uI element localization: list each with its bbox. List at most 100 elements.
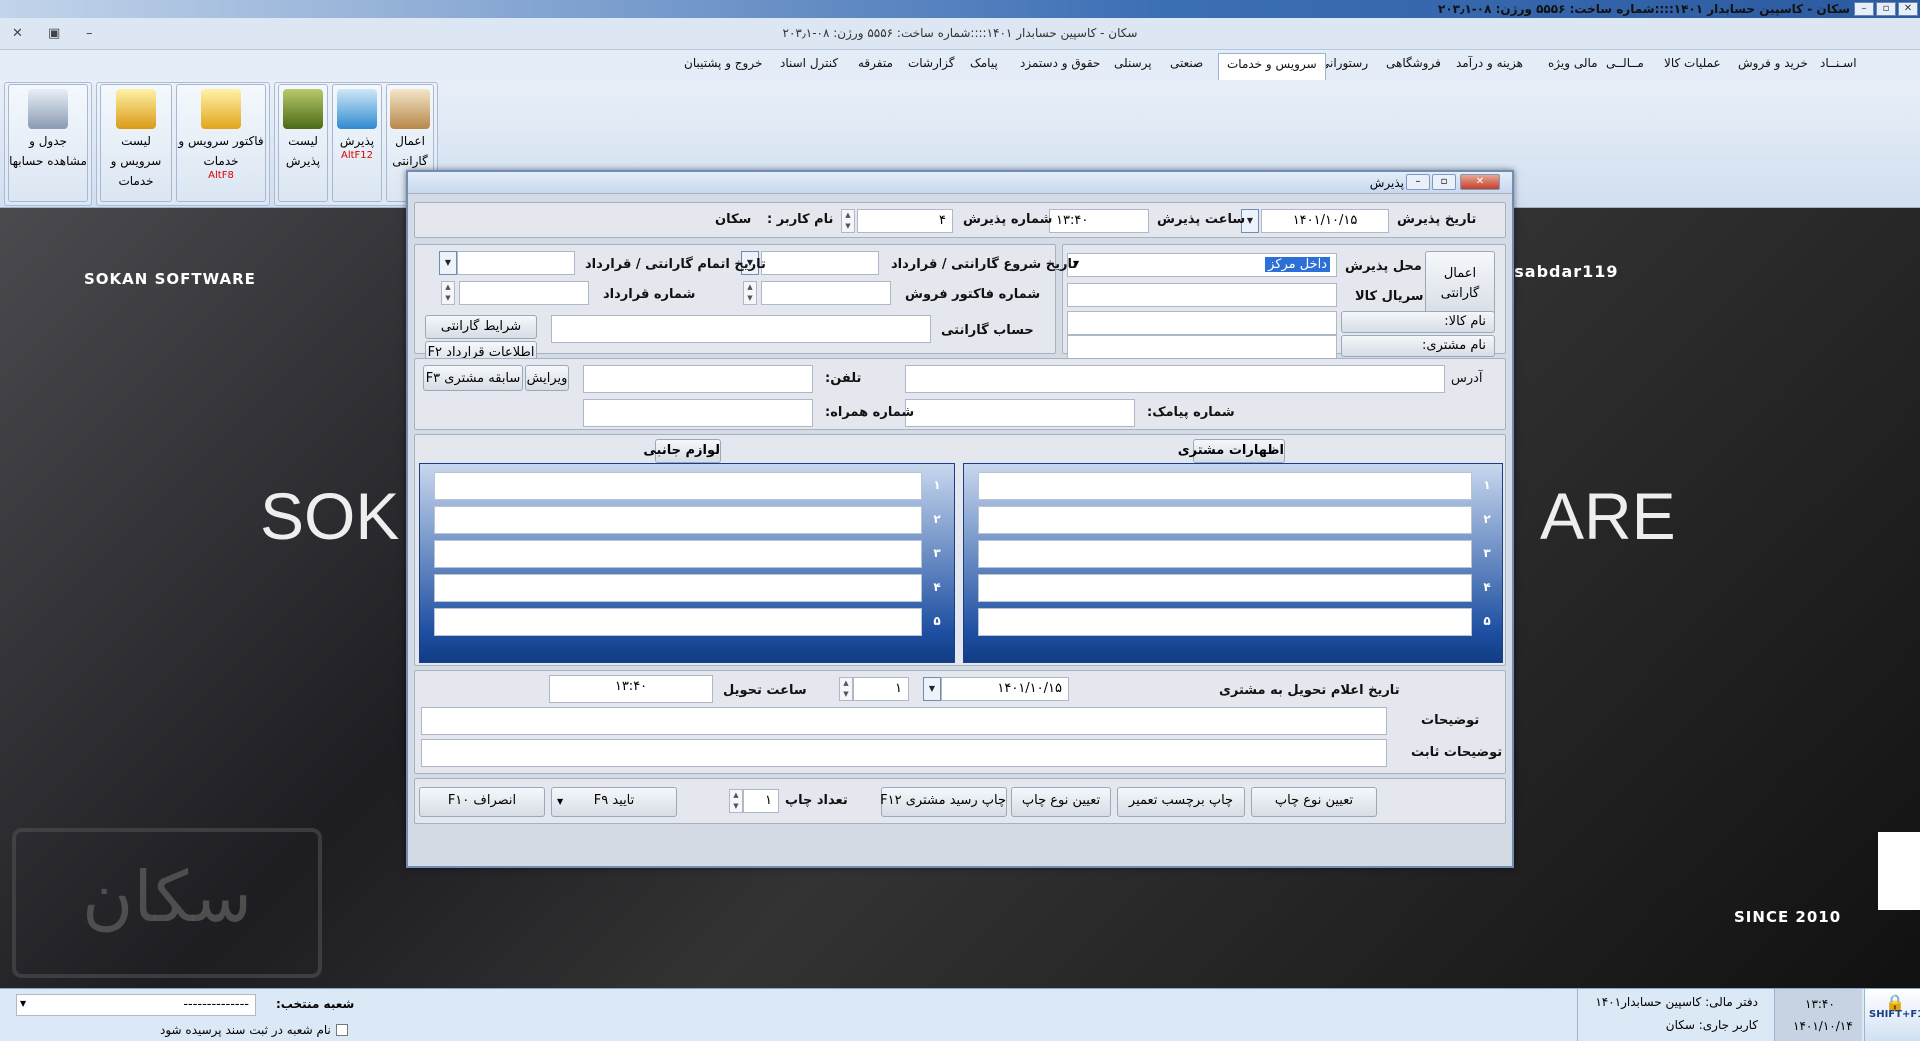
accessory-row[interactable] bbox=[434, 574, 922, 602]
contract-number-spinner[interactable]: ▲ ▼ bbox=[441, 281, 455, 305]
app-title: سکان - کاسپین حسابدار ۱۴۰۱::::شماره ساخت… bbox=[782, 26, 1138, 40]
accessory-row[interactable] bbox=[434, 540, 922, 568]
reception-ribbon-button[interactable]: پذیرش AltF12 bbox=[332, 84, 382, 202]
clock-panel: ۱۳:۴۰ ۱۴۰۱/۱۰/۱۴ bbox=[1774, 989, 1862, 1041]
warranty-start-input[interactable] bbox=[761, 251, 879, 275]
menu-document-control[interactable]: کنترل اسناد bbox=[780, 56, 838, 70]
description-label: توضیحات bbox=[1421, 713, 1480, 728]
since-text: SINCE 2010 bbox=[1734, 908, 1842, 926]
menu-finance[interactable]: مــالــی bbox=[1606, 56, 1644, 70]
contract-number-input[interactable] bbox=[459, 281, 589, 305]
accessory-row[interactable] bbox=[434, 608, 922, 636]
side-panel-tab[interactable] bbox=[1878, 832, 1920, 910]
warranty-account-input[interactable] bbox=[551, 315, 931, 343]
customer-name-button[interactable]: نام مشتری: bbox=[1341, 335, 1495, 357]
branch-select[interactable]: -------------- bbox=[16, 994, 256, 1016]
branch-label: شعبه منتخب: bbox=[276, 997, 355, 1011]
delivery-days-spinner[interactable]: ▲ ▼ bbox=[839, 677, 853, 701]
reception-time-input[interactable]: ۱۳:۴۰ bbox=[1049, 209, 1149, 233]
close-button[interactable]: ✕ bbox=[1898, 2, 1918, 16]
phone-input[interactable] bbox=[583, 365, 813, 393]
sms-number-input[interactable] bbox=[905, 399, 1135, 427]
location-select[interactable]: داخل مرکز bbox=[1067, 253, 1337, 277]
apply-warranty-button[interactable]: اعمال گارانتی bbox=[1425, 251, 1495, 319]
print-copies-label: تعداد چاپ bbox=[785, 793, 848, 808]
dialog-close-button[interactable]: ✕ bbox=[1460, 174, 1500, 190]
fixed-description-input[interactable] bbox=[421, 739, 1387, 767]
customer-statements-tab[interactable]: اظهارات مشتری bbox=[1178, 439, 1285, 463]
accessories-tab[interactable]: لوازم جانبی bbox=[643, 439, 721, 463]
reception-number-spinner[interactable]: ▲ ▼ bbox=[841, 209, 855, 233]
statement-row[interactable] bbox=[978, 608, 1472, 636]
chevron-down-icon[interactable]: ▼ bbox=[20, 999, 26, 1008]
reception-list-ribbon-button[interactable]: لیست پذیرش bbox=[278, 84, 328, 202]
reception-date-input[interactable]: ۱۴۰۱/۱۰/۱۵ bbox=[1261, 209, 1389, 233]
dialog-minimize-button[interactable]: – bbox=[1406, 174, 1430, 190]
menu-services[interactable]: سرویس و خدمات bbox=[1218, 53, 1326, 80]
checklist-icon bbox=[337, 89, 377, 129]
menu-reports[interactable]: گزارشات bbox=[908, 56, 954, 70]
menu-misc[interactable]: متفرقه bbox=[858, 56, 893, 70]
description-input[interactable] bbox=[421, 707, 1387, 735]
accessory-row[interactable] bbox=[434, 506, 922, 534]
service-invoice-ribbon-button[interactable]: فاکتور سرویس و خدمات AltF8 bbox=[176, 84, 266, 202]
statement-row[interactable] bbox=[978, 506, 1472, 534]
accounts-table-ribbon-button[interactable]: جدول و مشاهده حسابها bbox=[8, 84, 88, 202]
menu-item-operations[interactable]: عملیات کالا bbox=[1664, 56, 1721, 70]
delivery-time-input[interactable]: ۱۳:۴۰ bbox=[549, 675, 713, 703]
item-name-input[interactable] bbox=[1067, 311, 1337, 335]
statement-row[interactable] bbox=[978, 472, 1472, 500]
address-input[interactable] bbox=[905, 365, 1445, 393]
accessory-row[interactable] bbox=[434, 472, 922, 500]
delivery-announce-input[interactable]: ۱۴۰۱/۱۰/۱۵ bbox=[941, 677, 1069, 701]
dialog-maximize-button[interactable]: ▫ bbox=[1432, 174, 1456, 190]
delivery-days-input[interactable]: ۱ bbox=[853, 677, 909, 701]
print-customer-receipt-button[interactable]: چاپ رسید مشتری F۱۲ bbox=[880, 787, 1007, 817]
sale-invoice-input[interactable] bbox=[761, 281, 891, 305]
customer-name-input[interactable] bbox=[1067, 335, 1337, 359]
print-repair-tag-button[interactable]: چاپ برچسب تعمیر bbox=[1117, 787, 1245, 817]
menu-expense-income[interactable]: هزینه و درآمد bbox=[1456, 56, 1523, 70]
edit-button[interactable]: ویرایش bbox=[525, 365, 569, 391]
item-name-button[interactable]: نام کالا: bbox=[1341, 311, 1495, 333]
maximize-button[interactable]: ▫ bbox=[1876, 2, 1896, 16]
statement-row[interactable] bbox=[978, 540, 1472, 568]
pen-book-icon bbox=[283, 89, 323, 129]
menu-exit-backup[interactable]: خروج و پشتیبان bbox=[684, 56, 762, 70]
big-brand-right: ARE bbox=[1540, 479, 1676, 553]
mobile-input[interactable] bbox=[583, 399, 813, 427]
menu-purchase-sale[interactable]: خرید و فروش bbox=[1738, 56, 1808, 70]
service-list-ribbon-button[interactable]: لیست سرویس و خدمات bbox=[100, 84, 172, 202]
menu-personnel[interactable]: پرسنلی bbox=[1114, 56, 1152, 70]
menu-industrial[interactable]: صنعتی bbox=[1170, 56, 1203, 70]
os-window-title: سکان - کاسپین حسابدار ۱۴۰۱::::شماره ساخت… bbox=[1438, 2, 1850, 16]
delivery-date-dropdown[interactable]: ▼ bbox=[923, 677, 941, 701]
statement-row[interactable] bbox=[978, 574, 1472, 602]
warranty-conditions-button[interactable]: شرایط گارانتی bbox=[425, 315, 537, 339]
menu-documents[interactable]: اسـنــاد bbox=[1820, 56, 1857, 70]
shortcut-panel[interactable]: 🔒 SHIFT+F12 bbox=[1864, 989, 1920, 1041]
serial-input[interactable] bbox=[1067, 283, 1337, 307]
chevron-down-icon[interactable]: ▼ bbox=[557, 797, 563, 806]
sale-invoice-spinner[interactable]: ▲ ▼ bbox=[743, 281, 757, 305]
confirm-button[interactable]: تایید F۹ bbox=[551, 787, 677, 817]
menu-restaurant[interactable]: رستورانی bbox=[1320, 56, 1368, 70]
menu-sms[interactable]: پیامک bbox=[970, 56, 998, 70]
print-copies-input[interactable]: ۱ bbox=[743, 789, 779, 813]
menu-special-finance[interactable]: مالی ویژه bbox=[1548, 56, 1598, 70]
minimize-button[interactable]: – bbox=[1854, 2, 1874, 16]
warranty-end-input[interactable] bbox=[457, 251, 575, 275]
print-type-button[interactable]: تعیین نوع چاپ bbox=[1251, 787, 1377, 817]
print-copies-spinner[interactable]: ▲ ▼ bbox=[729, 789, 743, 813]
branch-ask-checkbox[interactable] bbox=[336, 1024, 348, 1036]
cancel-button[interactable]: انصراف F۱۰ bbox=[419, 787, 545, 817]
menu-store[interactable]: فروشگاهی bbox=[1386, 56, 1441, 70]
menu-payroll[interactable]: حقوق و دستمزد bbox=[1020, 56, 1100, 70]
print-type-button-2[interactable]: تعیین نوع چاپ bbox=[1011, 787, 1111, 817]
reception-number-input[interactable]: ۴ bbox=[857, 209, 953, 233]
warranty-end-dropdown[interactable]: ▼ bbox=[439, 251, 457, 275]
customer-history-button[interactable]: سابقه مشتری F۳ bbox=[423, 365, 523, 391]
location-label: محل پذیرش bbox=[1345, 259, 1422, 274]
delivery-panel: تاریخ اعلام تحویل به مشتری ۱۴۰۱/۱۰/۱۵ ▼ … bbox=[414, 670, 1506, 774]
contract-number-label: شماره قرارداد bbox=[603, 287, 696, 302]
